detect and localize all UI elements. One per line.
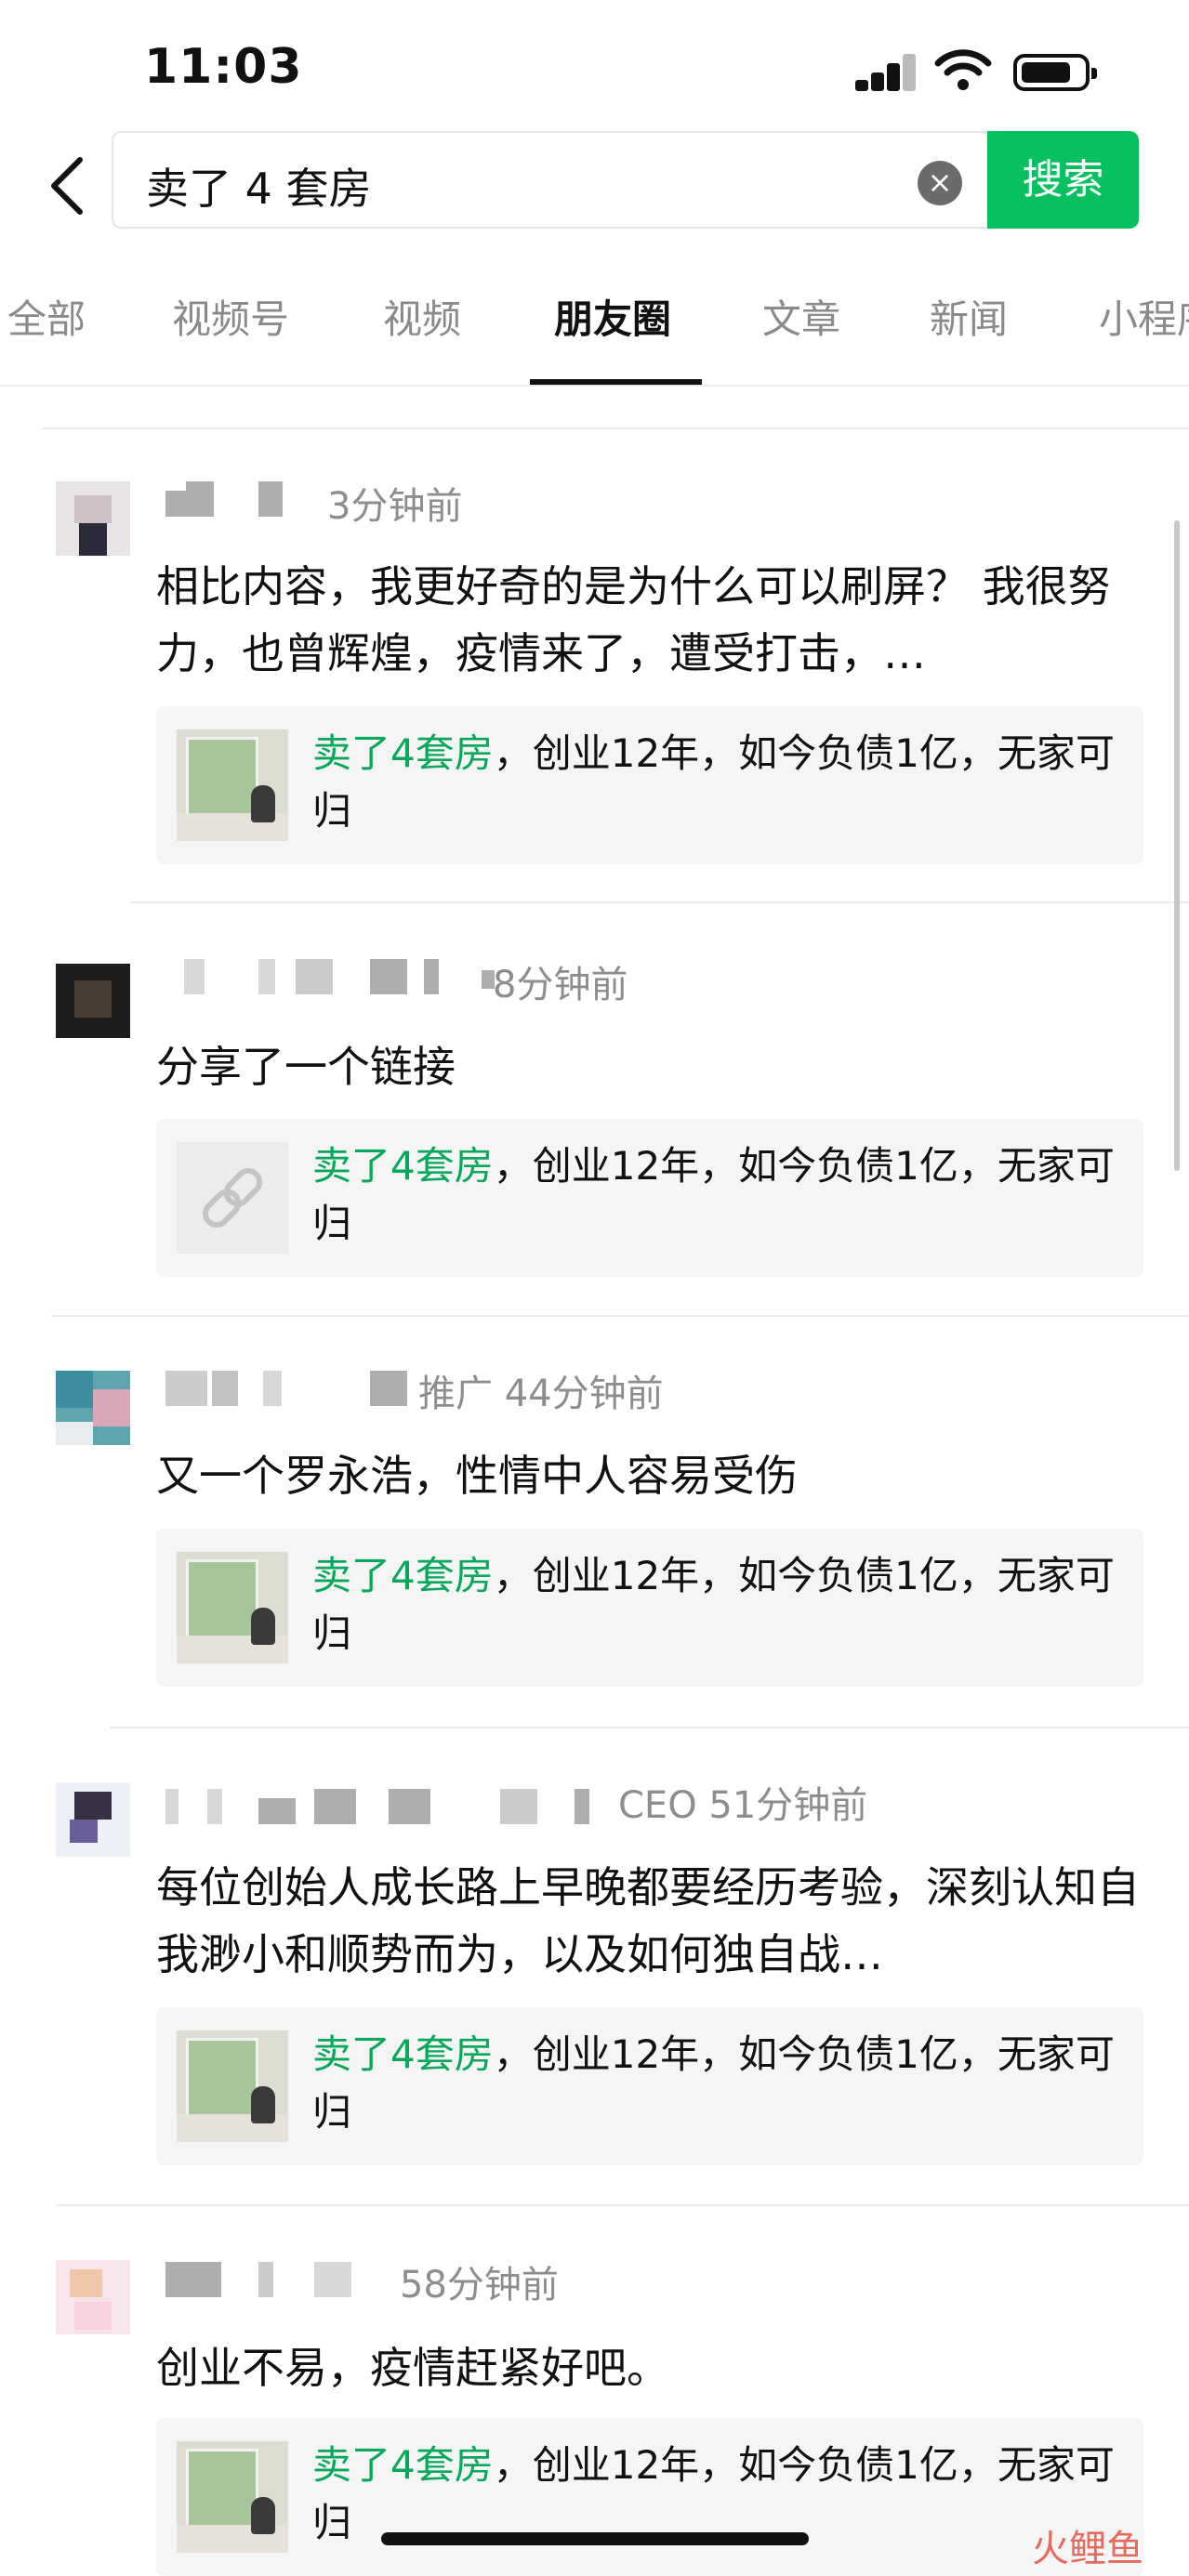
- tab-articles[interactable]: 文章: [762, 288, 840, 345]
- post-text: 相比内容，我更好奇的是为什么可以刷屏？ 我很努力，也曾辉煌，疫情来了，遭受打击，…: [156, 561, 1111, 678]
- tabs-divider: [0, 385, 1189, 387]
- tab-moments[interactable]: 朋友圈: [554, 288, 671, 345]
- post-4[interactable]: CEO 51分钟前 每位创始人成长路上早晚都要经历考验，深刻认知自我渺小和顺势而…: [0, 1728, 1189, 2202]
- keyword-highlight: 卖了4套房: [312, 1143, 494, 1189]
- tab-news[interactable]: 新闻: [930, 288, 1008, 345]
- post-text: 分享了一个链接: [156, 1042, 456, 1092]
- shared-article-card[interactable]: 卖了4套房，创业12年，如今负债1亿，无家可归: [156, 2007, 1143, 2165]
- search-button[interactable]: 搜索: [987, 131, 1139, 229]
- shared-article-card[interactable]: 卖了4套房，创业12年，如今负债1亿，无家可归: [156, 2418, 1143, 2576]
- article-title: 卖了4套房，创业12年，如今负债1亿，无家可归: [312, 1137, 1121, 1253]
- article-title: 卖了4套房，创业12年，如今负债1亿，无家可归: [312, 1547, 1121, 1663]
- article-thumbnail: [177, 1552, 288, 1663]
- username-blurred[interactable]: [165, 959, 495, 996]
- post-time: 8分钟前: [493, 964, 628, 1006]
- link-thumbnail: [177, 1142, 288, 1254]
- link-icon: [203, 1168, 262, 1228]
- keyword-highlight: 卖了4套房: [312, 730, 494, 776]
- post-2[interactable]: 8分钟前 分享了一个链接 卖了4套房，创业12年，如今负债1亿，无家可归: [0, 903, 1189, 1312]
- post-time: CEO 51分钟前: [618, 1784, 868, 1827]
- clear-icon[interactable]: ×: [918, 161, 962, 205]
- status-time: 11:03: [144, 39, 303, 95]
- search-input[interactable]: 卖了 4 套房 ×: [112, 131, 990, 229]
- post-1[interactable]: 3分钟前 相比内容，我更好奇的是为什么可以刷屏？ 我很努力，也曾辉煌，疫情来了，…: [0, 427, 1189, 901]
- avatar[interactable]: [56, 481, 130, 556]
- article-title: 卖了4套房，创业12年，如今负债1亿，无家可归: [312, 725, 1121, 840]
- shared-article-card[interactable]: 卖了4套房，创业12年，如今负债1亿，无家可归: [156, 1529, 1143, 1687]
- article-thumbnail: [177, 729, 288, 841]
- keyword-highlight: 卖了4套房: [312, 2442, 494, 2488]
- post-time: 58分钟前: [400, 2264, 559, 2307]
- keyword-highlight: 卖了4套房: [312, 1553, 494, 1598]
- post-time: 3分钟前: [327, 485, 463, 528]
- tab-all[interactable]: 全部: [7, 288, 86, 345]
- article-thumbnail: [177, 2031, 288, 2142]
- home-indicator[interactable]: [381, 2532, 809, 2545]
- username-blurred[interactable]: [165, 2262, 379, 2299]
- avatar[interactable]: [56, 964, 130, 1038]
- article-thumbnail: [177, 2441, 288, 2553]
- post-text: 每位创始人成长路上早晚都要经历考验，深刻认知自我渺小和顺势而为，以及如何独自战…: [156, 1862, 1140, 1979]
- shared-link-card[interactable]: 卖了4套房，创业12年，如今负债1亿，无家可归: [156, 1119, 1143, 1277]
- username-blurred[interactable]: [165, 481, 296, 519]
- avatar[interactable]: [56, 1371, 130, 1445]
- tab-channels[interactable]: 视频号: [172, 288, 289, 345]
- avatar[interactable]: [56, 2260, 130, 2334]
- post-text: 又一个罗永浩，性情中人容易受伤: [156, 1451, 798, 1501]
- avatar[interactable]: [56, 1782, 130, 1857]
- post-5[interactable]: 58分钟前 创业不易，疫情赶紧好吧。 卖了4套房，创业12年，如今负债1亿，无家…: [0, 2206, 1189, 2576]
- post-3[interactable]: 推广 44分钟前 又一个罗永浩，性情中人容易受伤 卖了4套房，创业12年，如今负…: [0, 1317, 1189, 1726]
- search-query: 卖了 4 套房: [146, 164, 372, 214]
- post-text: 创业不易，疫情赶紧好吧。: [156, 2343, 669, 2393]
- article-title: 卖了4套房，创业12年，如今负债1亿，无家可归: [312, 2026, 1121, 2141]
- chevron-left-icon[interactable]: [39, 152, 95, 219]
- battery-icon: [1013, 54, 1097, 91]
- tab-mini-programs[interactable]: 小程序: [1099, 288, 1189, 345]
- wifi-icon: [934, 49, 992, 90]
- tab-video[interactable]: 视频: [383, 288, 461, 345]
- shared-article-card[interactable]: 卖了4套房，创业12年，如今负债1亿，无家可归: [156, 706, 1143, 864]
- username-blurred[interactable]: [165, 1789, 593, 1826]
- scrollbar[interactable]: [1174, 520, 1180, 1171]
- post-time: 推广 44分钟前: [418, 1373, 664, 1415]
- signal-icon: [855, 54, 917, 91]
- keyword-highlight: 卖了4套房: [312, 2031, 494, 2077]
- username-blurred[interactable]: [165, 1371, 416, 1408]
- watermark-logo: 火鲤鱼: [1032, 2528, 1143, 2570]
